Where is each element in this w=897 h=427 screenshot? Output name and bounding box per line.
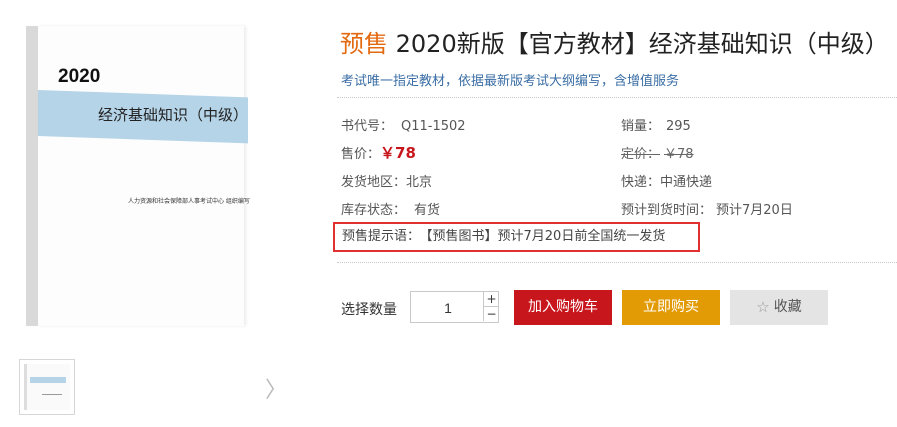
quantity-increase-button[interactable]: +: [483, 292, 499, 307]
courier-label: 快递：: [621, 175, 661, 190]
price-label: 售价：: [341, 147, 381, 162]
sales-row: 销量： 295: [621, 115, 691, 134]
list-price-row: 定价： ￥78: [621, 143, 694, 162]
book-code-label: 书代号：: [341, 119, 394, 134]
ship-region-value: 北京: [406, 175, 433, 190]
price-value: ￥78: [380, 144, 416, 162]
quantity-input[interactable]: [411, 292, 485, 324]
product-title: 预售 2020新版【官方教材】经济基础知识（中级）: [340, 24, 889, 59]
thumbnail-image: [24, 364, 70, 410]
book-code-value: Q11-1502: [401, 119, 466, 134]
cover-title: 经济基础知识（中级）: [98, 106, 249, 124]
arrival-row: 预计到货时间： 预计7月20日: [621, 199, 793, 218]
cover-spine: [26, 26, 38, 326]
quantity-stepper: + −: [410, 291, 499, 324]
favorite-label: 收藏: [773, 299, 802, 315]
star-icon: ☆: [756, 298, 770, 316]
favorite-button[interactable]: ☆ 收藏: [730, 290, 828, 325]
stock-row: 库存状态： 有货: [341, 199, 440, 218]
sales-label: 销量：: [621, 119, 661, 134]
sales-value: 295: [666, 119, 691, 134]
courier-row: 快递：中通快递: [621, 171, 712, 190]
product-subtitle: 考试唯一指定教材，依据最新版考试大纲编写，含增值服务: [341, 74, 680, 89]
next-thumbnail-arrow-icon[interactable]: 〉: [265, 372, 287, 404]
ship-region-row: 发货地区：北京: [341, 171, 432, 190]
quantity-label: 选择数量: [341, 302, 397, 318]
price-row: 售价：￥78: [341, 142, 416, 163]
presale-tag: 预售: [340, 30, 388, 58]
divider-bottom: [337, 262, 897, 263]
cover-year: 2020: [58, 66, 101, 87]
cover-publisher: 人力资源和社会保障部人事考试中心 组织编写: [128, 198, 250, 205]
presale-notice: 预售提示语： 【预售图书】预计7月20日前全国统一发货: [333, 222, 700, 252]
add-to-cart-button[interactable]: 加入购物车: [514, 290, 612, 325]
cover-thumbnail[interactable]: [19, 359, 75, 415]
divider-top: [337, 97, 897, 98]
book-code-row: 书代号： Q11-1502: [341, 115, 466, 134]
buy-now-button[interactable]: 立即购买: [622, 290, 720, 325]
arrival-label: 预计到货时间：: [621, 203, 713, 218]
thumbnail-spine: [24, 364, 27, 410]
list-price-label: 定价：: [621, 147, 661, 162]
list-price-value: ￥78: [664, 147, 694, 162]
stock-label: 库存状态：: [341, 203, 407, 218]
quantity-decrease-button[interactable]: −: [483, 307, 499, 321]
thumbnail-band: [30, 377, 66, 383]
book-cover-image: 2020 经济基础知识（中级） 人力资源和社会保障部人事考试中心 组织编写: [26, 26, 250, 326]
cover-face: 2020 经济基础知识（中级） 人力资源和社会保障部人事考试中心 组织编写: [38, 26, 250, 326]
arrival-value: 预计7月20日: [716, 203, 793, 218]
stock-value: 有货: [414, 203, 441, 218]
ship-region-label: 发货地区：: [341, 175, 407, 190]
product-title-text: 2020新版【官方教材】经济基础知识（中级）: [388, 30, 889, 58]
thumbnail-line: [42, 394, 62, 395]
presale-notice-label: 预售提示语：: [342, 229, 421, 244]
courier-value: 中通快递: [660, 175, 713, 190]
presale-notice-text: 【预售图书】预计7月20日前全国统一发货: [426, 229, 666, 244]
